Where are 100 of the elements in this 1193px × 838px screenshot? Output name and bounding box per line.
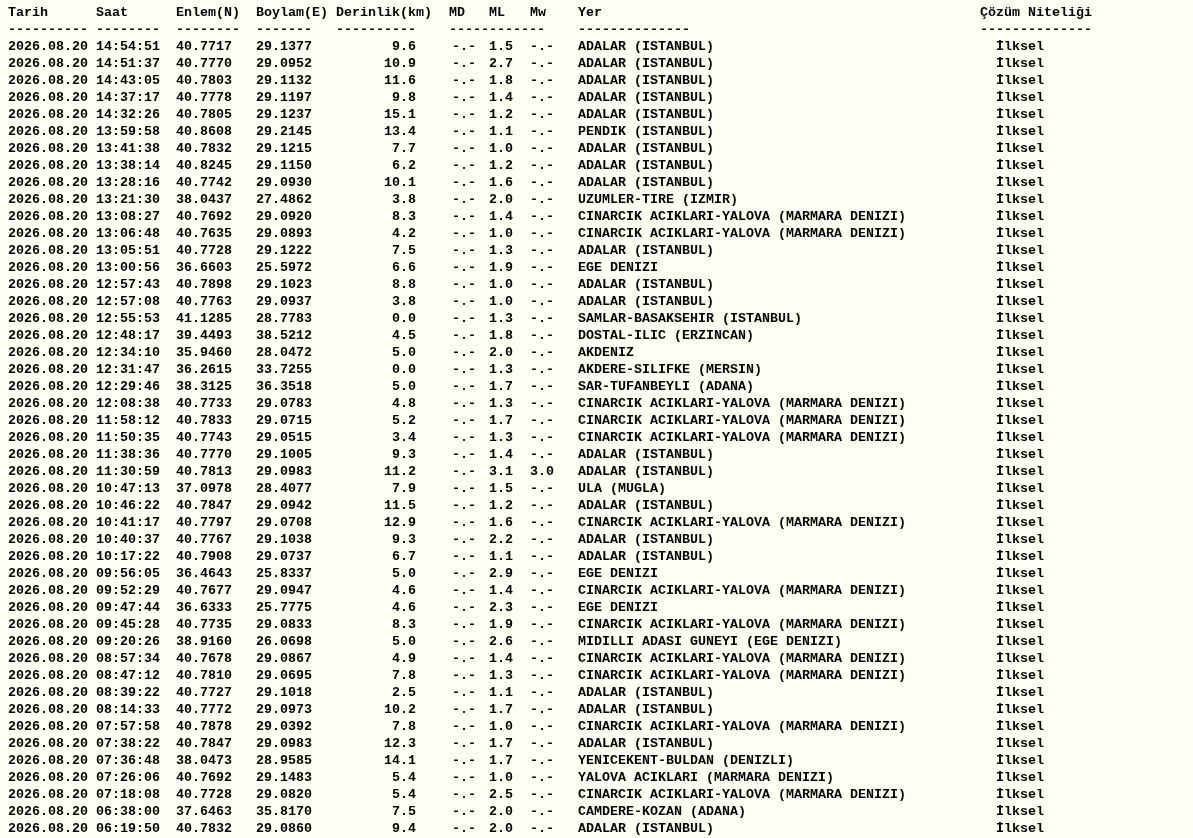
- table-cell: 29.1023: [256, 277, 312, 292]
- table-cell: İlksel: [996, 481, 1044, 496]
- table-cell: -.-: [452, 515, 476, 530]
- table-cell: 39.4493: [176, 328, 232, 343]
- table-cell: -.-: [452, 39, 476, 54]
- table-cell: 2.0: [489, 821, 513, 836]
- table-cell: İlksel: [996, 294, 1044, 309]
- table-cell: 35.9460: [176, 345, 232, 360]
- table-cell: 29.0973: [256, 702, 312, 717]
- table-cell: 3.4: [392, 430, 416, 445]
- table-cell: 29.1215: [256, 141, 312, 156]
- table-cell: 2.0: [489, 345, 513, 360]
- table-cell: 40.7832: [176, 821, 232, 836]
- table-cell: 1.0: [489, 719, 513, 734]
- table-cell: İlksel: [996, 532, 1044, 547]
- table-cell: 13:38:14: [96, 158, 160, 173]
- table-cell: CINARCIK ACIKLARI-YALOVA (MARMARA DENIZI): [578, 430, 906, 445]
- table-cell: -.-: [452, 685, 476, 700]
- table-cell: 2.6: [489, 634, 513, 649]
- table-cell: 09:45:28: [96, 617, 160, 632]
- table-cell: -.-: [530, 39, 554, 54]
- table-cell: 10.2: [384, 702, 416, 717]
- table-cell: 10.9: [384, 56, 416, 71]
- table-cell: 37.0978: [176, 481, 232, 496]
- table-cell: -.-: [530, 430, 554, 445]
- table-cell: İlksel: [996, 566, 1044, 581]
- table-cell: 40.7797: [176, 515, 232, 530]
- table-cell: 40.7772: [176, 702, 232, 717]
- table-cell: -.-: [530, 770, 554, 785]
- table-cell: 40.7717: [176, 39, 232, 54]
- table-cell: -.-: [452, 345, 476, 360]
- table-cell: YENICEKENT-BULDAN (DENIZLI): [578, 753, 794, 768]
- table-cell: 4.9: [392, 651, 416, 666]
- table-cell: -.-: [452, 277, 476, 292]
- table-cell: 29.0392: [256, 719, 312, 734]
- table-cell: 1.0: [489, 141, 513, 156]
- table-cell: 29.0708: [256, 515, 312, 530]
- table-cell: 7.5: [392, 243, 416, 258]
- table-cell: 5.0: [392, 345, 416, 360]
- table-cell: AKDENIZ: [578, 345, 634, 360]
- table-cell: -.-: [452, 311, 476, 326]
- table-cell: İlksel: [996, 787, 1044, 802]
- table-cell: 14:32:26: [96, 107, 160, 122]
- table-cell: 09:20:26: [96, 634, 160, 649]
- table-cell: İlksel: [996, 430, 1044, 445]
- table-cell: 41.1285: [176, 311, 232, 326]
- table-cell: 7.5: [392, 804, 416, 819]
- table-cell: -.-: [530, 600, 554, 615]
- table-cell: İlksel: [996, 362, 1044, 377]
- table-cell: 40.7728: [176, 787, 232, 802]
- table-cell: CINARCIK ACIKLARI-YALOVA (MARMARA DENIZI): [578, 651, 906, 666]
- table-cell: 1.3: [489, 311, 513, 326]
- table-cell: -.-: [452, 651, 476, 666]
- table-cell: 40.7727: [176, 685, 232, 700]
- table-cell: -.-: [530, 294, 554, 309]
- table-cell: 7.7: [392, 141, 416, 156]
- table-cell: ADALAR (ISTANBUL): [578, 141, 714, 156]
- table-cell: 40.7728: [176, 243, 232, 258]
- table-cell: CINARCIK ACIKLARI-YALOVA (MARMARA DENIZI): [578, 413, 906, 428]
- table-cell: -.-: [452, 787, 476, 802]
- table-cell: 2026.08.20: [8, 617, 88, 632]
- column-header: Mw: [530, 4, 547, 21]
- table-cell: 1.6: [489, 515, 513, 530]
- table-cell: 29.1038: [256, 532, 312, 547]
- table-cell: 29.1150: [256, 158, 312, 173]
- table-cell: İlksel: [996, 464, 1044, 479]
- table-cell: İlksel: [996, 328, 1044, 343]
- table-cell: 4.5: [392, 328, 416, 343]
- table-cell: CINARCIK ACIKLARI-YALOVA (MARMARA DENIZI): [578, 226, 906, 241]
- table-cell: -.-: [530, 379, 554, 394]
- table-cell: 6.2: [392, 158, 416, 173]
- table-cell: 40.7813: [176, 464, 232, 479]
- table-cell: 35.8170: [256, 804, 312, 819]
- table-cell: İlksel: [996, 141, 1044, 156]
- table-cell: 2026.08.20: [8, 651, 88, 666]
- table-cell: 29.0983: [256, 464, 312, 479]
- dashed-rule: -------: [256, 21, 313, 38]
- table-cell: -.-: [452, 753, 476, 768]
- table-cell: 2026.08.20: [8, 192, 88, 207]
- table-cell: ADALAR (ISTANBUL): [578, 73, 714, 88]
- table-cell: -.-: [452, 175, 476, 190]
- table-cell: 7.9: [392, 481, 416, 496]
- table-cell: 13:21:30: [96, 192, 160, 207]
- table-cell: -.-: [452, 600, 476, 615]
- table-cell: İlksel: [996, 39, 1044, 54]
- table-cell: 2026.08.20: [8, 498, 88, 513]
- table-cell: SAMLAR-BASAKSEHIR (ISTANBUL): [578, 311, 802, 326]
- table-cell: -.-: [452, 294, 476, 309]
- table-cell: 25.5972: [256, 260, 312, 275]
- table-cell: 08:57:34: [96, 651, 160, 666]
- table-cell: 2.2: [489, 532, 513, 547]
- table-cell: 13:06:48: [96, 226, 160, 241]
- table-cell: -.-: [452, 719, 476, 734]
- table-cell: 07:38:22: [96, 736, 160, 751]
- table-cell: 5.2: [392, 413, 416, 428]
- table-cell: 9.4: [392, 821, 416, 836]
- dashed-rule: ----------: [8, 21, 89, 38]
- table-cell: 28.7783: [256, 311, 312, 326]
- table-cell: DOSTAL-ILIC (ERZINCAN): [578, 328, 754, 343]
- table-cell: İlksel: [996, 175, 1044, 190]
